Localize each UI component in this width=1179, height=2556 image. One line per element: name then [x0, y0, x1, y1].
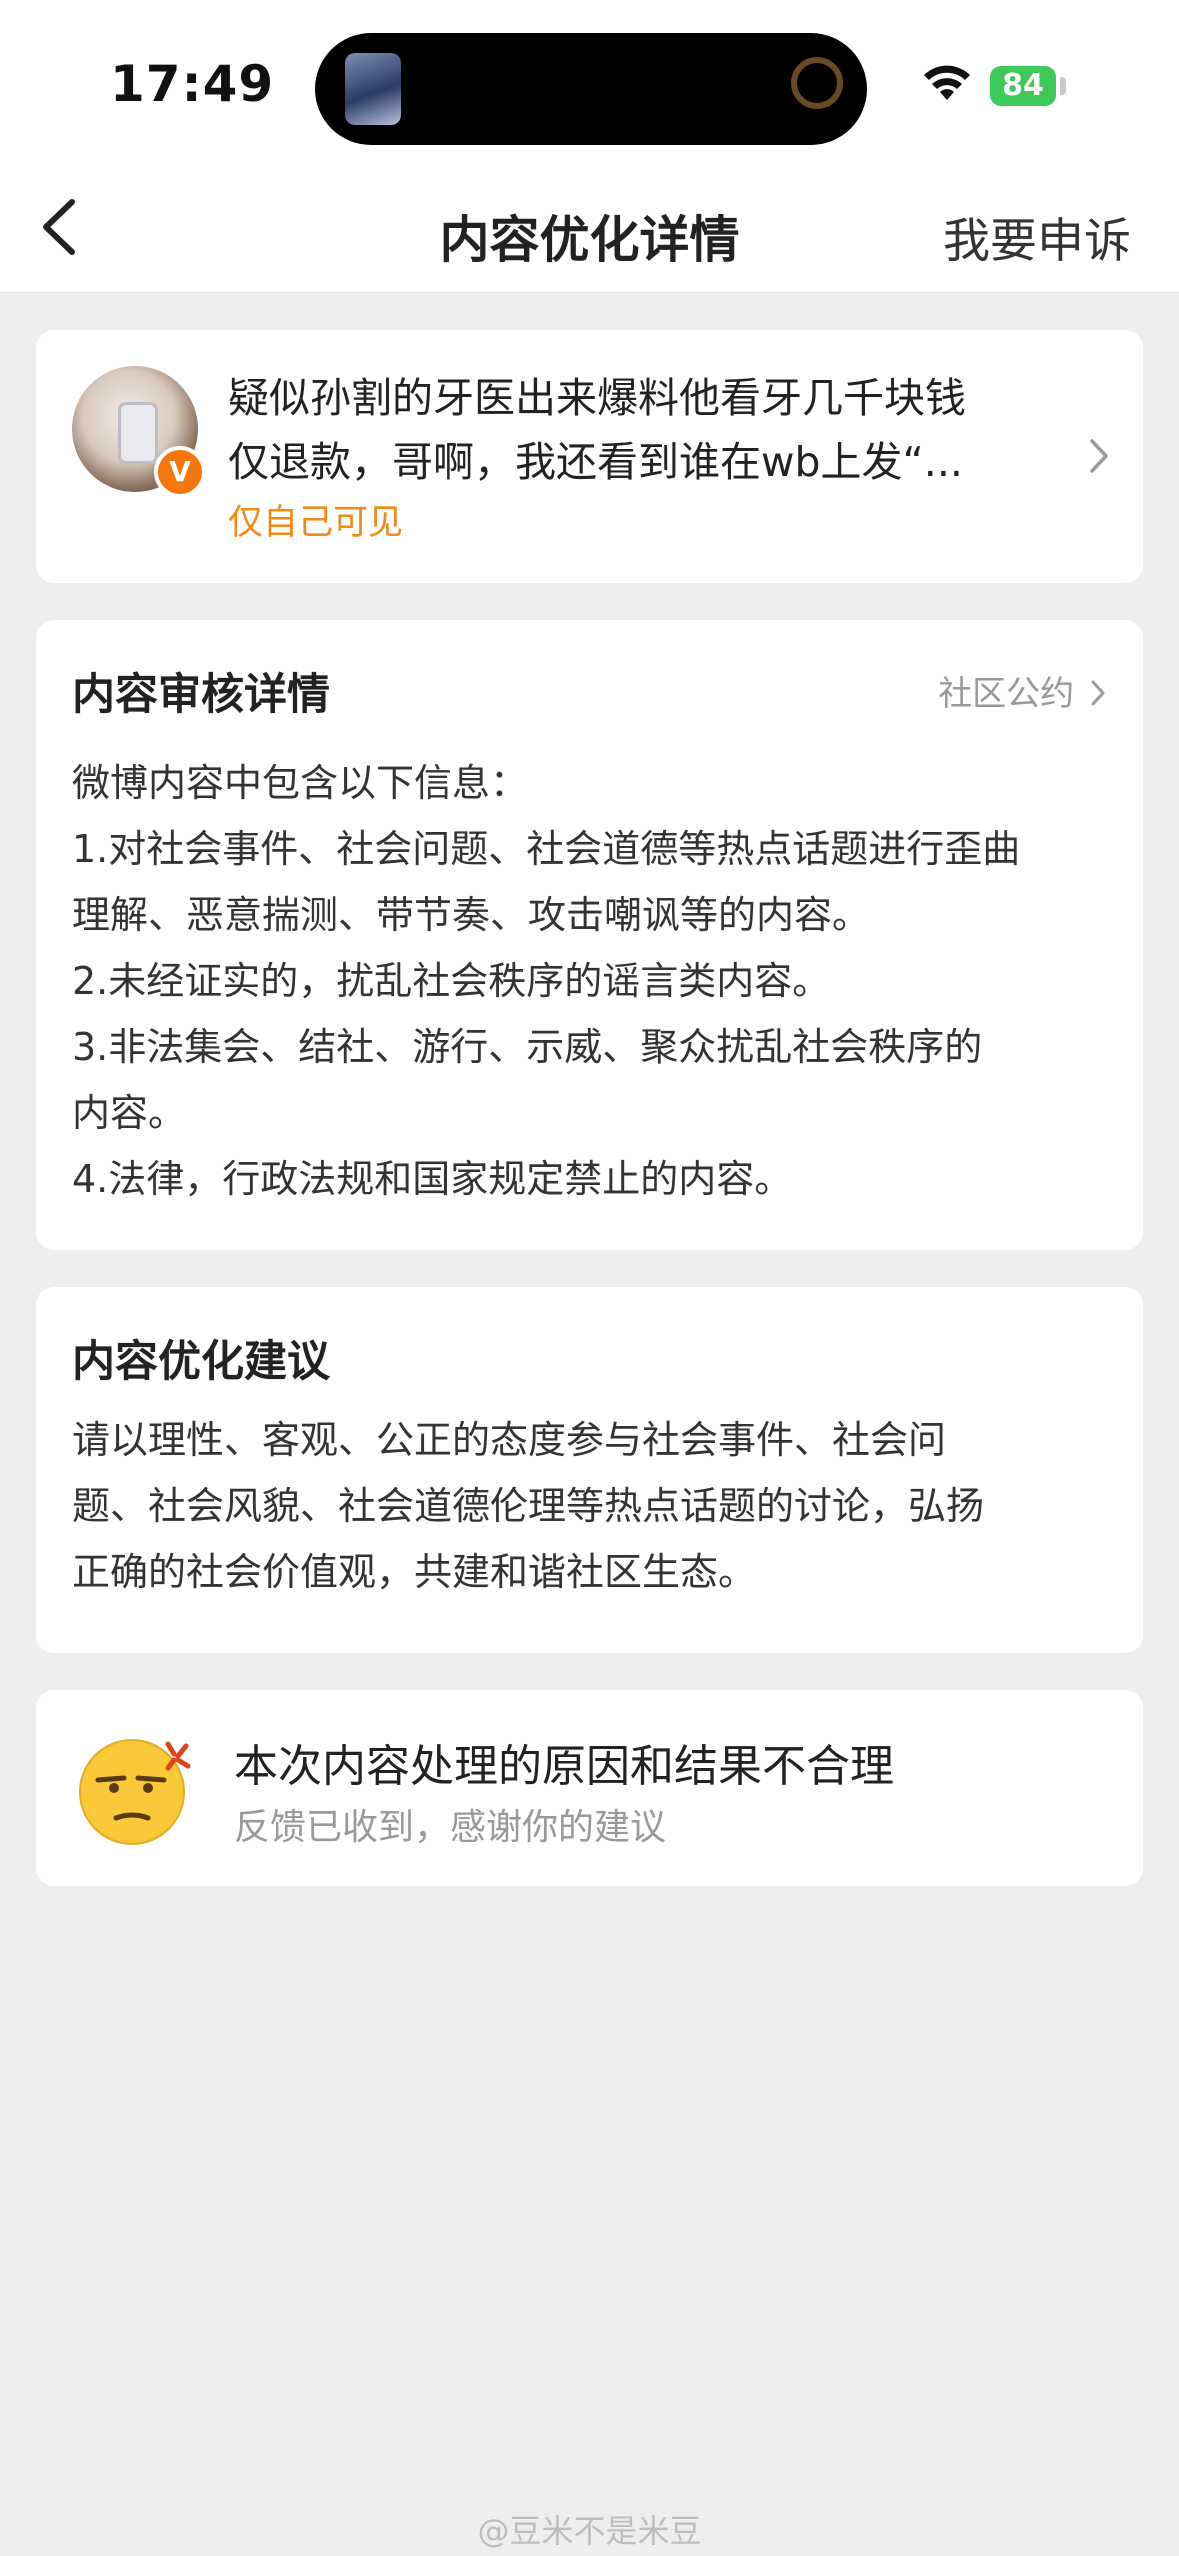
review-line: 2.未经证实的，扰乱社会秩序的谣言类内容。 [72, 959, 831, 1003]
visibility-label: 仅自己可见 [228, 503, 404, 543]
annoyed-face-icon [79, 1739, 191, 1845]
feedback-title: 本次内容处理的原因和结果不合理 [234, 1741, 894, 1792]
feedback-card[interactable]: 本次内容处理的原因和结果不合理 反馈已收到，感谢你的建议 [36, 1690, 1143, 1886]
avatar-phone-shape [118, 402, 158, 464]
community-rules-label: 社区公约 [938, 674, 1075, 714]
post-excerpt-line: 疑似孙割的牙医出来爆料他看牙几千块钱 [228, 374, 966, 422]
advice-title: 内容优化建议 [72, 1337, 330, 1387]
battery-indicator: 84 [990, 66, 1056, 106]
activity-ring-icon [791, 57, 843, 109]
review-details-card: 内容审核详情 社区公约 微博内容中包含以下信息： 1.对社会事件、社会问题、社会… [36, 620, 1143, 1250]
chevron-right-icon[interactable] [1087, 436, 1111, 476]
post-excerpt-line: 仅退款，哥啊，我还看到谁在wb上发“... [228, 438, 963, 486]
advice-line: 请以理性、客观、公正的态度参与社会事件、社会问 [72, 1418, 947, 1462]
status-time: 17:49 [110, 55, 275, 113]
review-line: 3.非法集会、结社、游行、示威、聚众扰乱社会秩序的 [72, 1025, 983, 1069]
chevron-right-icon [1091, 680, 1105, 706]
post-card[interactable]: V 疑似孙割的牙医出来爆料他看牙几千块钱 仅退款，哥啊，我还看到谁在wb上发“.… [36, 330, 1143, 583]
feedback-subtitle: 反馈已收到，感谢你的建议 [234, 1807, 667, 1848]
review-body: 微博内容中包含以下信息： 1.对社会事件、社会问题、社会道德等热点话题进行歪曲 … [72, 750, 1112, 1212]
review-line: 理解、恶意揣测、带节奏、攻击嘲讽等的内容。 [72, 893, 871, 937]
dynamic-island[interactable] [315, 33, 867, 145]
advice-body: 请以理性、客观、公正的态度参与社会事件、社会问 题、社会风貌、社会道德伦理等热点… [72, 1407, 1112, 1605]
review-line: 4.法律，行政法规和国家规定禁止的内容。 [72, 1157, 793, 1201]
review-title: 内容审核详情 [72, 670, 330, 720]
watermark: @豆米不是米豆 [477, 2512, 702, 2550]
wifi-icon [924, 65, 970, 100]
community-rules-link[interactable]: 社区公约 [938, 666, 1107, 715]
review-line: 内容。 [72, 1091, 187, 1135]
advice-line: 正确的社会价值观，共建和谐社区生态。 [72, 1550, 757, 1594]
optimization-advice-card: 内容优化建议 请以理性、客观、公正的态度参与社会事件、社会问 题、社会风貌、社会… [36, 1287, 1143, 1653]
now-playing-artwork [345, 53, 401, 125]
battery-tip [1060, 77, 1066, 95]
post-excerpt: 疑似孙割的牙医出来爆料他看牙几千块钱 仅退款，哥啊，我还看到谁在wb上发“... [228, 366, 1088, 494]
review-line: 微博内容中包含以下信息： [72, 761, 529, 805]
nav-bar: 内容优化详情 我要申诉 [0, 170, 1179, 293]
advice-line: 题、社会风貌、社会道德伦理等热点话题的讨论，弘扬 [72, 1484, 985, 1528]
review-line: 1.对社会事件、社会问题、社会道德等热点话题进行歪曲 [72, 827, 1021, 871]
status-bar: 17:49 84 [0, 0, 1179, 170]
appeal-button[interactable]: 我要申诉 [943, 202, 1131, 271]
verified-badge-icon: V [154, 446, 206, 498]
